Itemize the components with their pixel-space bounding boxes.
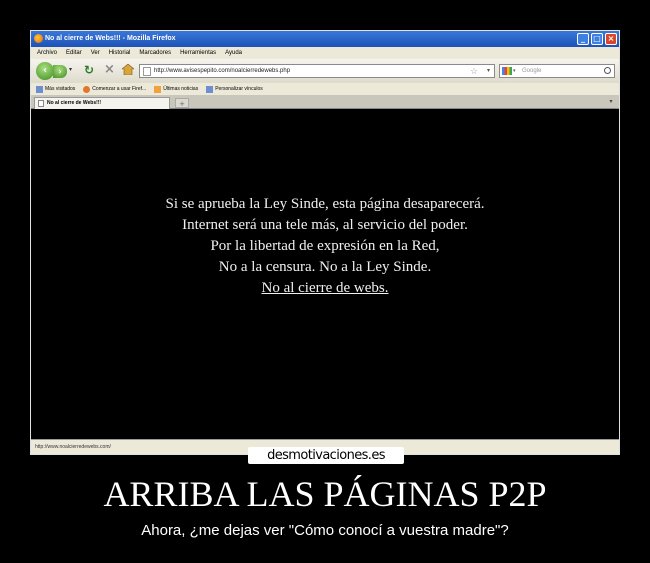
navigation-toolbar: › ‹ ▾ ↻ × http://www.avisespepito.com/no… [31,59,619,83]
menu-editar[interactable]: Editar [66,47,82,59]
page-icon [143,67,151,76]
history-dropdown-icon[interactable]: ▾ [69,66,72,73]
window-controls: _ □ × [577,33,617,45]
firefox-icon [34,34,43,43]
bookmark-star-icon[interactable]: ☆ [470,65,478,77]
bookmark-mas-visitados[interactable]: Más visitados [36,83,75,95]
poster-caption: Ahora, ¿me dejas ver "Cómo conocí a vues… [141,522,509,539]
firefox-bookmark-icon [83,85,91,93]
bookmark-personalizar[interactable]: Personalizar vínculos [206,83,263,95]
bookmark-label: Comenzar a usar Firef... [92,86,147,92]
search-input[interactable]: ▾ Google [499,64,615,78]
menu-archivo[interactable]: Archivo [37,47,57,59]
close-button[interactable]: × [605,33,617,45]
window-title: No al cierre de Webs!!! - Mozilla Firefo… [45,35,176,42]
screenshot-frame: No al cierre de Webs!!! - Mozilla Firefo… [30,30,620,455]
page-message: Si se aprueba la Ley Sinde, esta página … [31,194,619,299]
menu-ver[interactable]: Ver [91,47,100,59]
bookmark-label: Más visitados [45,86,76,92]
forward-button[interactable]: › [53,65,67,78]
message-line: Por la libertad de expresión en la Red, [210,238,440,254]
bookmark-comenzar[interactable]: Comenzar a usar Firef... [83,83,146,95]
home-icon[interactable] [122,64,134,75]
bookmarks-toolbar: Más visitados Comenzar a usar Firef... Ú… [31,83,619,95]
folder-icon [206,85,214,93]
menu-marcadores[interactable]: Marcadores [139,47,171,59]
message-line: Internet será una tele más, al servicio … [182,217,468,233]
menu-ayuda[interactable]: Ayuda [225,47,242,59]
tab-title: No al cierre de Webs!!! [47,100,102,106]
url-text: http://www.avisespepito.com/noalcierrede… [154,68,291,74]
no-al-cierre-link[interactable]: No al cierre de webs. [31,278,619,299]
tab-active[interactable]: No al cierre de Webs!!! [34,97,170,109]
maximize-button[interactable]: □ [591,33,603,45]
folder-icon [36,85,43,93]
bookmark-ultimas-noticias[interactable]: Últimas noticias [154,83,198,95]
menu-herramientas[interactable]: Herramientas [180,47,216,59]
poster-headline: ARRIBA LAS PÁGINAS P2P [103,474,547,514]
reload-icon[interactable]: ↻ [84,63,94,77]
google-icon[interactable] [502,67,512,75]
rss-feed-icon [154,85,162,93]
minimize-button[interactable]: _ [577,33,589,45]
menu-historial[interactable]: Historial [109,47,131,59]
desmotivaciones-logo: desmotivaciones.es [248,447,404,464]
tab-list-icon[interactable]: ▾ [606,98,616,108]
search-engine-dropdown-icon[interactable]: ▾ [513,65,516,77]
new-tab-button[interactable]: + [175,98,189,108]
address-bar[interactable]: http://www.avisespepito.com/noalcierrede… [139,64,495,78]
url-dropdown-icon[interactable]: ▾ [487,65,490,77]
status-text: http://www.noalcierredewebs.com/ [35,444,111,450]
message-line: No a la censura. No a la Ley Sinde. [218,259,432,275]
page-icon [38,100,44,107]
message-line: Si se aprueba la Ley Sinde, esta página … [165,196,485,212]
back-button[interactable]: ‹ [36,62,54,80]
page-content: Si se aprueba la Ley Sinde, esta página … [31,110,619,439]
menu-bar: Archivo Editar Ver Historial Marcadores … [31,47,619,59]
bookmark-label: Últimas noticias [163,86,199,92]
tab-bar: No al cierre de Webs!!! + ▾ [31,95,619,109]
bookmark-label: Personalizar vínculos [215,86,263,92]
search-placeholder: Google [522,68,542,74]
stop-icon[interactable]: × [104,62,115,77]
window-titlebar: No al cierre de Webs!!! - Mozilla Firefo… [31,31,619,47]
search-icon[interactable] [604,67,611,74]
